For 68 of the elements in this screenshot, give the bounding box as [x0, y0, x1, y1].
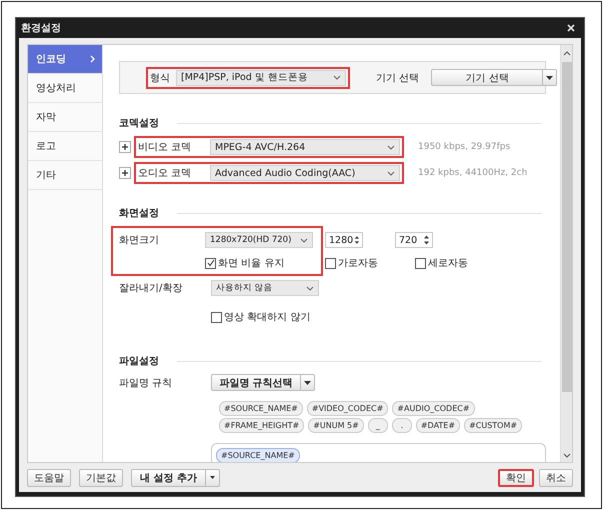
plus-icon — [122, 144, 128, 150]
close-icon[interactable] — [567, 24, 575, 32]
chevron-down-icon — [387, 170, 395, 176]
checkbox-label: 가로자동 — [338, 257, 378, 270]
filename-rule-label: 파일명 규칙 — [119, 376, 174, 390]
checkbox-label: 세로자동 — [428, 257, 468, 270]
sidebar-item[interactable]: 영상처리 — [28, 74, 102, 103]
chevron-down-icon[interactable] — [562, 453, 570, 458]
footer-button[interactable]: 취소 — [539, 468, 573, 486]
caret-down-icon — [546, 76, 554, 80]
filename-rule-button[interactable]: 파일명 규칙선택 — [211, 374, 315, 391]
crop-label: 잘라내기/확장 — [119, 282, 184, 295]
codec-dropdown[interactable]: Advanced Audio Coding(AAC) — [210, 165, 400, 181]
format-dropdown[interactable]: [MP4]PSP, iPod 및 핸드폰용 — [176, 70, 346, 86]
up-down-arrows-icon — [422, 233, 431, 247]
token-chip[interactable]: . — [392, 418, 412, 433]
token-chip[interactable]: #SOURCE_NAME# — [219, 401, 303, 416]
caret-down-icon — [304, 380, 311, 384]
checkbox[interactable] — [211, 312, 222, 322]
codec-info: 192 kpbs, 44100Hz, 2ch — [418, 168, 528, 178]
token-chip[interactable]: #FRAME_HEIGHT# — [219, 418, 304, 433]
footer-button[interactable]: 도움말 — [27, 468, 71, 486]
window-title: 환경설정 — [21, 22, 61, 35]
device-label: 기기 선택 — [376, 72, 420, 84]
sidebar-item[interactable]: 기타 — [28, 161, 102, 190]
plus-icon — [122, 170, 128, 176]
footer-button[interactable]: 확인 — [498, 468, 534, 486]
footer-button[interactable]: 기본값 — [79, 468, 123, 486]
codec-info: 1950 kbps, 29.97fps — [418, 142, 510, 152]
chevron-down-icon — [306, 286, 314, 290]
checkbox-label: 화면 비율 유지 — [218, 257, 284, 270]
height-spinner[interactable]: 720 — [395, 232, 433, 248]
checkbox[interactable] — [205, 258, 216, 268]
codec-label: 비디오 코덱 — [138, 141, 192, 154]
token-chip[interactable]: #VIDEO_CODEC# — [306, 401, 388, 416]
section-heading: 화면설정 — [119, 207, 160, 220]
sidebar-item[interactable]: 인코딩 — [28, 45, 102, 74]
checkbox-label: 영상 확대하지 않기 — [224, 311, 310, 324]
sidebar-item[interactable]: 로고 — [28, 132, 102, 161]
width-spinner[interactable]: 1280 — [325, 232, 363, 248]
checkbox[interactable] — [325, 258, 336, 268]
checkbox[interactable] — [415, 258, 426, 268]
chevron-right-icon — [90, 55, 95, 63]
format-label: 형식 — [150, 72, 170, 84]
token-chip[interactable]: _ — [368, 418, 388, 433]
expand-button[interactable] — [119, 141, 131, 153]
add-preset-button[interactable]: 내 설정 추가 — [131, 468, 220, 486]
token-chip[interactable]: #UNUM 5# — [308, 418, 364, 433]
chevron-down-icon — [387, 144, 395, 150]
screen-size-label: 화면크기 — [119, 234, 160, 247]
token-chip[interactable]: #CUSTOM# — [464, 418, 522, 433]
expand-button[interactable] — [119, 167, 131, 179]
section-heading: 코덱설정 — [119, 117, 160, 130]
chevron-down-icon — [300, 238, 308, 242]
scrollbar[interactable] — [560, 45, 572, 462]
sidebar-item[interactable]: 자막 — [28, 103, 102, 132]
chevron-up-icon[interactable] — [562, 51, 570, 56]
codec-label: 오디오 코덱 — [138, 167, 192, 180]
token-chip[interactable]: #AUDIO_CODEC# — [392, 401, 475, 416]
caret-down-icon — [210, 476, 215, 479]
token-chip[interactable]: #DATE# — [416, 418, 460, 433]
screen-size-dropdown[interactable]: 1280x720(HD 720) — [205, 232, 313, 248]
crop-dropdown[interactable]: 사용하지 않음 — [211, 280, 319, 296]
codec-dropdown[interactable]: MPEG-4 AVC/H.264 — [210, 139, 400, 155]
section-heading: 파일설정 — [119, 355, 160, 368]
device-select-button[interactable]: 기기 선택 — [431, 69, 558, 86]
chevron-down-icon — [333, 75, 341, 80]
token-chip[interactable]: #SOURCE_NAME# — [216, 448, 300, 462]
